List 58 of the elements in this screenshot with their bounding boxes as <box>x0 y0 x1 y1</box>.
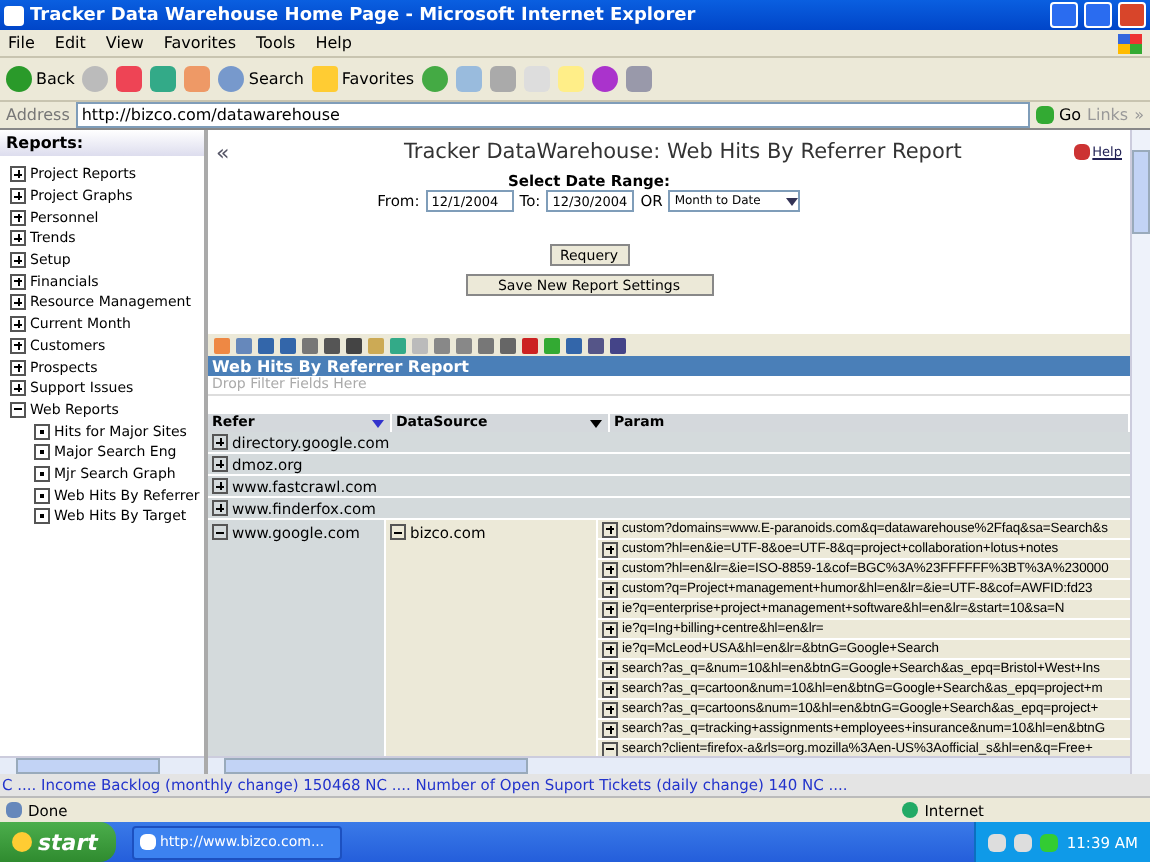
grid-title: Web Hits By Referrer Report <box>208 356 1130 376</box>
horizontal-scrollbar[interactable] <box>208 756 1130 774</box>
expand-toggle[interactable] <box>10 209 26 226</box>
expand-toggle[interactable] <box>212 456 228 472</box>
expand-toggle[interactable] <box>212 478 228 494</box>
favorites-button[interactable]: Favorites <box>311 66 415 92</box>
back-button[interactable]: Back <box>6 66 75 92</box>
collapse-toggle[interactable] <box>390 524 406 540</box>
report-title: Tracker DataWarehouse: Web Hits By Referrer Report <box>404 140 964 164</box>
expand-toggle[interactable] <box>10 294 26 311</box>
expand-toggle[interactable] <box>10 337 26 354</box>
expand-toggle[interactable] <box>602 641 618 657</box>
window-title: Tracker Data Warehouse Home Page - Microsoft Internet Explorer <box>30 5 698 25</box>
menu-item[interactable]: Edit <box>54 34 86 52</box>
expand-toggle[interactable] <box>602 621 618 637</box>
expand-toggle[interactable] <box>602 541 618 557</box>
expand-toggle[interactable] <box>10 252 26 269</box>
windows-logo-icon <box>1118 33 1142 53</box>
menu-item[interactable]: Favorites <box>163 34 237 52</box>
expand-toggle[interactable] <box>602 521 618 537</box>
menu-item[interactable]: Tools <box>256 34 296 52</box>
go-button[interactable]: Go <box>1036 106 1082 124</box>
dropdown-caret-icon[interactable] <box>786 197 799 205</box>
search-button[interactable]: Search <box>218 66 304 92</box>
collapse-toggle[interactable] <box>212 524 228 540</box>
collapse-panel-button[interactable]: « <box>216 139 396 165</box>
menu-item[interactable]: View <box>105 34 144 52</box>
expand-toggle[interactable] <box>602 561 618 577</box>
filter-caret-icon[interactable] <box>372 419 384 427</box>
sidebar-title: Reports: <box>0 130 204 156</box>
start-button[interactable]: start <box>0 822 116 862</box>
expand-toggle[interactable] <box>10 359 26 376</box>
expand-toggle[interactable] <box>602 581 618 597</box>
horizontal-scrollbar[interactable] <box>0 756 204 774</box>
expand-toggle[interactable] <box>212 434 228 450</box>
address-label: Address <box>6 106 70 124</box>
menu-item[interactable]: File <box>8 34 35 52</box>
expand-toggle[interactable] <box>602 661 618 677</box>
expand-toggle[interactable] <box>602 681 618 697</box>
collapse-toggle[interactable] <box>10 401 26 418</box>
expand-toggle[interactable] <box>10 166 26 183</box>
filter-caret-icon[interactable] <box>590 419 602 427</box>
close-button[interactable] <box>1118 2 1146 28</box>
menu-item[interactable]: Help <box>315 34 352 52</box>
expand-toggle[interactable] <box>10 316 26 333</box>
expand-toggle[interactable] <box>602 701 618 717</box>
expand-toggle[interactable] <box>10 273 26 290</box>
expand-toggle[interactable] <box>212 500 228 516</box>
expand-toggle[interactable] <box>10 188 26 205</box>
minimize-button[interactable] <box>1050 2 1078 28</box>
collapse-toggle[interactable] <box>602 741 618 756</box>
vertical-scrollbar[interactable] <box>1130 130 1150 774</box>
address-field[interactable]: http://bizco.com/datawarehouse <box>75 102 1031 128</box>
expand-toggle[interactable] <box>10 230 26 247</box>
expand-toggle[interactable] <box>602 601 618 617</box>
expand-toggle[interactable] <box>602 721 618 737</box>
maximize-button[interactable] <box>1084 2 1112 28</box>
expand-toggle[interactable] <box>10 380 26 397</box>
